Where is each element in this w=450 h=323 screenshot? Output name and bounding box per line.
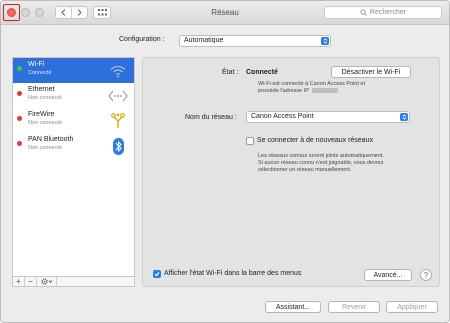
network-name-value: Canon Access Point (251, 113, 314, 120)
service-list: Wi-Fi Connecté Ethernet Non connecté Fir… (12, 57, 135, 287)
service-status: Non connecté (28, 120, 62, 126)
state-value: Connecté (246, 69, 278, 76)
status-dot (17, 141, 22, 146)
service-item-pan-bluetooth[interactable]: PAN Bluetooth Non connecté (13, 133, 134, 158)
revert-button[interactable]: Revenir (328, 301, 380, 313)
select-stepper-icon (400, 113, 408, 121)
show-wifi-status-checkbox[interactable] (153, 270, 161, 278)
disable-wifi-button[interactable]: Désactiver le Wi-Fi (331, 66, 411, 78)
search-icon (360, 9, 367, 16)
service-list-toolbar: + − (12, 276, 135, 287)
configuration-row: Configuration : Automatique (1, 35, 449, 47)
gear-icon (40, 278, 52, 285)
service-status: Connecté (28, 70, 52, 76)
join-description: Les réseaux connus seront joints automat… (258, 153, 438, 174)
configuration-value: Automatique (184, 37, 224, 44)
remove-service-button[interactable]: − (25, 277, 37, 286)
network-name-select[interactable]: Canon Access Point (246, 111, 410, 123)
wifi-icon (108, 61, 128, 81)
service-item-ethernet[interactable]: Ethernet Non connecté (13, 83, 134, 108)
action-menu-button[interactable] (37, 277, 57, 286)
join-description-line2: Si aucun réseau connu n'est joignable, v… (258, 160, 384, 166)
status-dot (17, 91, 22, 96)
service-name: PAN Bluetooth (28, 136, 74, 143)
redacted-ip (312, 88, 339, 94)
advanced-button[interactable]: Avancé... (364, 269, 412, 281)
status-dot (17, 116, 22, 121)
ethernet-icon (108, 86, 128, 106)
configuration-label: Configuration : (119, 36, 165, 43)
state-description-line1: Wi-Fi est connecté à Canon Access Point … (258, 81, 365, 87)
state-description: Wi-Fi est connecté à Canon Access Point … (258, 81, 438, 95)
select-stepper-icon (321, 37, 329, 45)
network-name-label: Nom du réseau : (185, 114, 237, 121)
search-placeholder: Rechercher (369, 9, 407, 16)
checkmark-icon (154, 271, 160, 277)
apply-button[interactable]: Appliquer (386, 301, 438, 313)
firewire-icon (108, 111, 128, 131)
join-new-networks-checkbox[interactable] (246, 137, 254, 145)
bluetooth-icon (108, 136, 128, 156)
service-name: Wi-Fi (28, 61, 45, 68)
service-item-firewire[interactable]: FireWire Non connecté (13, 108, 134, 133)
service-name: FireWire (28, 111, 55, 118)
show-wifi-status-label: Afficher l'état Wi-Fi dans la barre des … (164, 270, 302, 277)
add-service-button[interactable]: + (13, 277, 25, 286)
service-status: Non connecté (28, 95, 62, 101)
service-item-wifi[interactable]: Wi-Fi Connecté (13, 58, 134, 83)
title-bar: Réseau Rechercher (1, 1, 449, 25)
join-description-line3: sélectionner un réseau manuellement. (258, 167, 352, 173)
network-preferences-window: Réseau Rechercher Configuration : Automa… (0, 0, 450, 323)
status-dot (17, 66, 22, 71)
state-label: État : (222, 69, 239, 76)
service-status: Non connecté (28, 145, 62, 151)
service-name: Ethernet (28, 86, 55, 93)
help-button[interactable]: ? (420, 269, 432, 281)
join-new-networks-label: Se connecter à de nouveaux réseaux (257, 137, 373, 144)
join-description-line1: Les réseaux connus seront joints automat… (258, 153, 384, 159)
configuration-select[interactable]: Automatique (179, 35, 331, 47)
search-field[interactable]: Rechercher (324, 6, 442, 19)
assistant-button[interactable]: Assistant... (265, 301, 321, 313)
state-description-line2: possède l'adresse IP (258, 88, 438, 95)
